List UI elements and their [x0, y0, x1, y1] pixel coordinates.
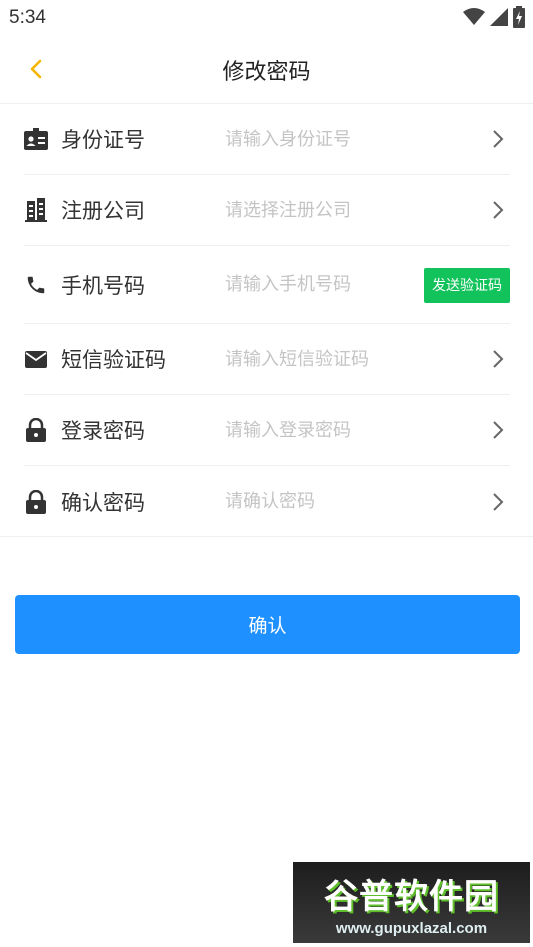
status-icons — [463, 6, 525, 28]
form-row-company[interactable]: 注册公司 — [24, 175, 510, 246]
row-label-confirm-password: 确认密码 — [61, 490, 145, 515]
chevron-right-icon — [493, 421, 504, 439]
confirm-button[interactable]: 确认 — [15, 595, 520, 654]
battery-charging-icon — [513, 6, 525, 28]
sms-code-input[interactable] — [225, 348, 415, 370]
id-card-icon — [24, 127, 48, 151]
status-bar: 5:34 — [0, 0, 533, 36]
send-code-button[interactable]: 发送验证码 — [424, 267, 510, 303]
phone-input[interactable] — [225, 274, 415, 295]
page-title: 修改密码 — [222, 60, 311, 85]
watermark-logo: 谷普软件园 www.gupuxlazal.com — [293, 862, 530, 943]
envelope-icon — [24, 347, 48, 371]
company-select[interactable] — [225, 199, 415, 221]
chevron-right-icon — [493, 350, 504, 368]
watermark-title: 谷普软件园 — [324, 876, 499, 917]
watermark-url: www.gupuxlazal.com — [335, 919, 488, 937]
wifi-icon — [463, 8, 485, 25]
cellular-signal-icon — [490, 8, 508, 26]
lock-icon — [24, 418, 48, 442]
row-label-company: 注册公司 — [61, 199, 145, 223]
login-password-input[interactable] — [225, 419, 415, 441]
change-password-form: 身份证号 注册公司 — [0, 104, 533, 537]
form-row-id-number[interactable]: 身份证号 — [24, 104, 510, 175]
form-divider — [0, 536, 533, 537]
building-icon — [24, 198, 48, 222]
header: 修改密码 — [0, 36, 533, 104]
form-row-login-password[interactable]: 登录密码 — [24, 395, 510, 466]
chevron-right-icon — [493, 492, 504, 511]
row-label-phone: 手机号码 — [61, 273, 145, 298]
confirm-password-input[interactable] — [225, 491, 415, 512]
row-label-sms-code: 短信验证码 — [61, 348, 166, 372]
row-label-id-number: 身份证号 — [61, 128, 145, 152]
status-time: 5:34 — [9, 7, 46, 28]
row-label-login-password: 登录密码 — [61, 419, 145, 443]
form-row-sms-code[interactable]: 短信验证码 — [24, 324, 510, 395]
id-number-input[interactable] — [225, 128, 415, 150]
chevron-right-icon — [493, 130, 504, 148]
phone-icon — [24, 273, 48, 297]
chevron-right-icon — [493, 201, 504, 219]
form-row-confirm-password[interactable]: 确认密码 — [24, 466, 510, 537]
lock-icon — [24, 489, 48, 514]
form-row-phone[interactable]: 手机号码 发送验证码 — [24, 246, 510, 324]
